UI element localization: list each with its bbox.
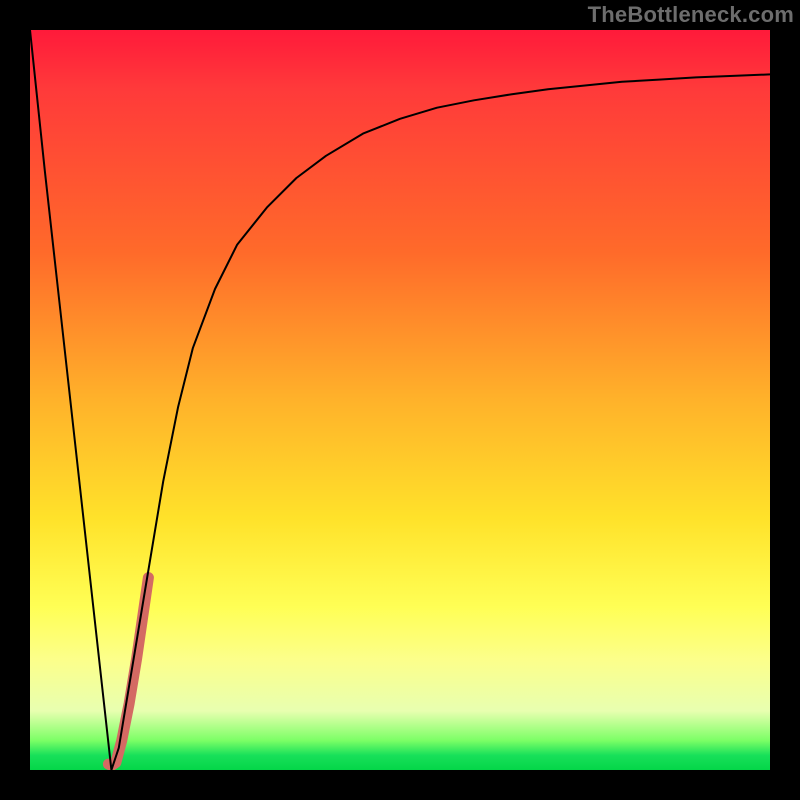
plot-area [30,30,770,770]
watermark-label: TheBottleneck.com [588,2,794,28]
curve-layer [30,30,770,770]
chart-frame: TheBottleneck.com [0,0,800,800]
